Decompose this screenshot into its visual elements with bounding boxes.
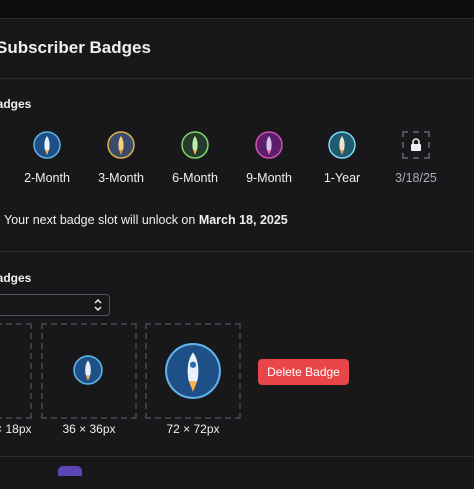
- locked-slot-box: [402, 131, 430, 159]
- badge-label: 2-Month: [24, 171, 70, 185]
- unlock-prefix: Your next badge slot will unlock on: [4, 213, 196, 227]
- dropzone-72px[interactable]: [145, 323, 241, 419]
- rocket-badge-gold-icon: [107, 131, 135, 159]
- badge-label: 6-Month: [172, 171, 218, 185]
- rocket-badge-purple-icon: [255, 131, 283, 159]
- divider: [0, 456, 474, 457]
- badge-tier-select[interactable]: [0, 294, 110, 316]
- rocket-badge-preview-icon: [73, 355, 103, 385]
- badge-locked-slot: 3/18/25: [381, 131, 451, 185]
- chevron-updown-icon: [94, 298, 102, 312]
- dropzone-18px[interactable]: [0, 323, 32, 419]
- badge-6-month[interactable]: 6-Month: [160, 131, 230, 185]
- divider: [0, 251, 474, 252]
- dropzone-36px[interactable]: [41, 323, 137, 419]
- badge-label: 9-Month: [246, 171, 292, 185]
- badge-2-month[interactable]: 2-Month: [12, 131, 82, 185]
- size-label: 72 × 72px: [166, 422, 220, 436]
- page-title: Subscriber Badges: [0, 38, 151, 57]
- unlock-notice: Your next badge slot will unlock on Marc…: [4, 213, 288, 227]
- badge-label: 1-Year: [323, 171, 361, 185]
- badge-3-month[interactable]: 3-Month: [86, 131, 156, 185]
- size-label: 18 × 18px: [0, 422, 32, 436]
- avatar: [58, 466, 82, 476]
- rocket-badge-cyan-icon: [328, 131, 356, 159]
- badge-label: 3-Month: [98, 171, 144, 185]
- rocket-badge-blue-icon: [33, 131, 61, 159]
- badge-9-month[interactable]: 9-Month: [234, 131, 304, 185]
- divider: [0, 78, 474, 79]
- delete-badge-button[interactable]: Delete Badge: [258, 359, 349, 385]
- earned-badges-heading: Badges: [0, 97, 32, 111]
- size-label: 36 × 36px: [62, 422, 116, 436]
- rocket-badge-green-icon: [181, 131, 209, 159]
- badge-label: 3/18/25: [395, 171, 437, 185]
- badge-1-year[interactable]: 1-Year: [307, 131, 377, 185]
- upload-badges-heading: Badges: [0, 271, 32, 285]
- unlock-date: March 18, 2025: [198, 213, 288, 227]
- lock-icon: [411, 138, 421, 151]
- rocket-badge-preview-large-icon: [165, 343, 221, 399]
